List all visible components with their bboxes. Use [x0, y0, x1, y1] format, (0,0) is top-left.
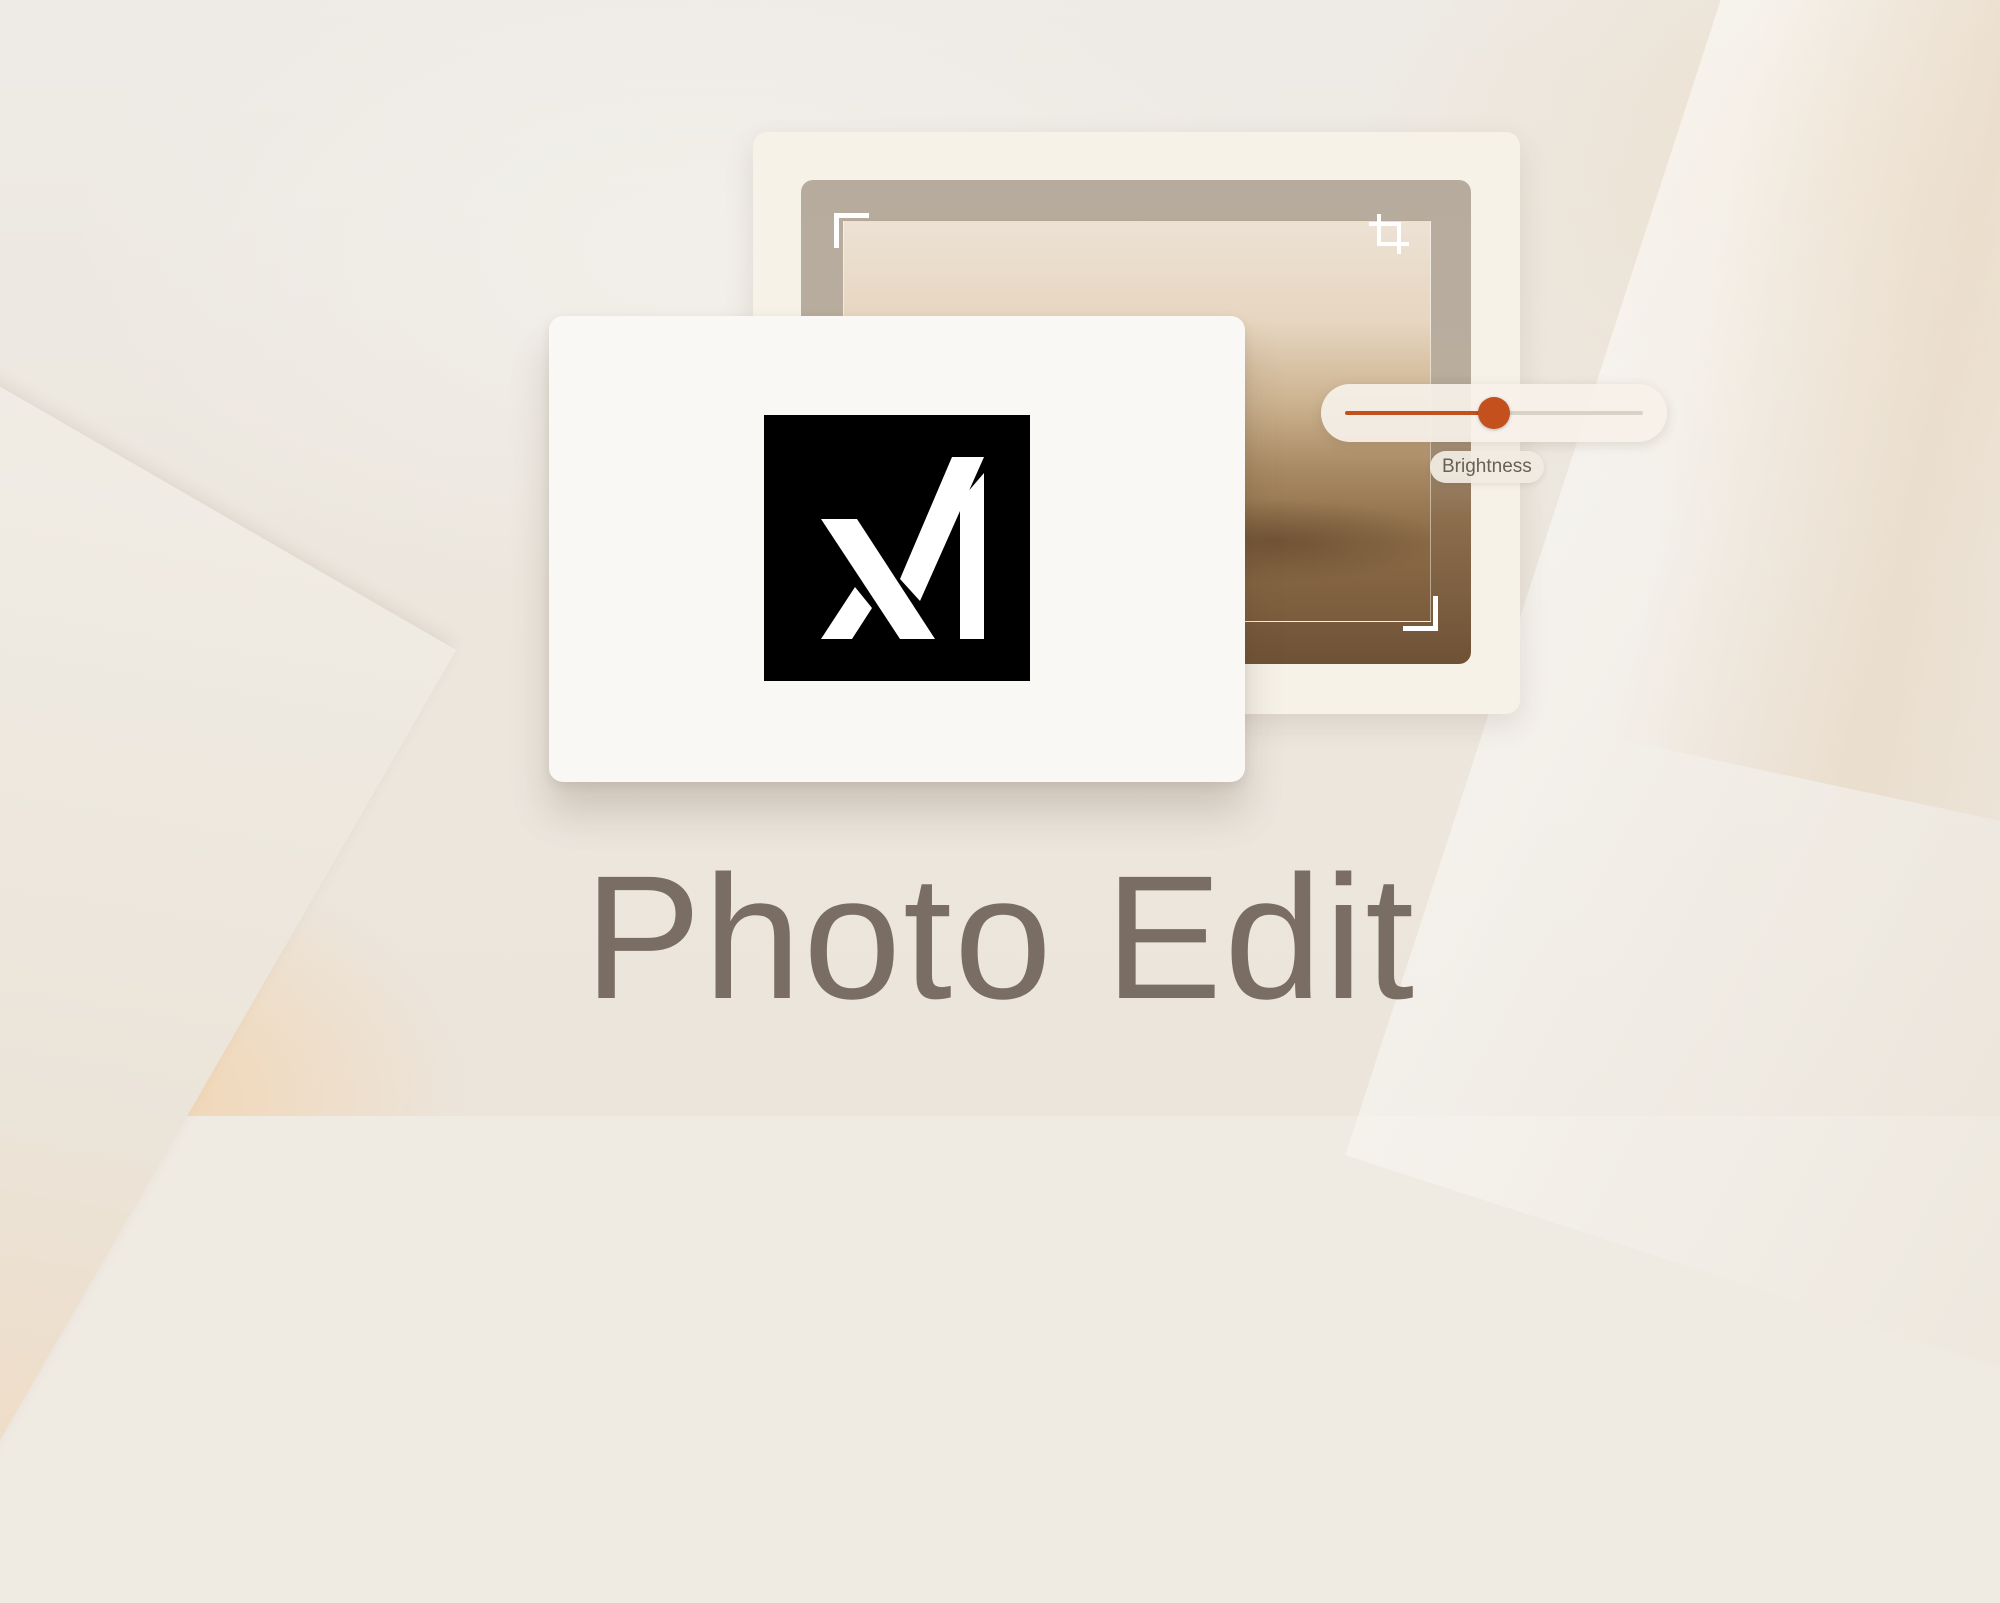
slider-fill [1345, 411, 1494, 415]
page-title: Photo Edit [583, 840, 1417, 1036]
brightness-slider[interactable] [1321, 384, 1667, 442]
logo-card [549, 316, 1245, 782]
crop-handle-top-left[interactable] [834, 213, 869, 248]
xai-logo-icon [764, 415, 1030, 681]
brightness-label: Brightness [1430, 451, 1544, 483]
crop-handle-bottom-right[interactable] [1403, 596, 1438, 631]
slider-track[interactable] [1345, 397, 1643, 429]
slider-thumb[interactable] [1478, 397, 1510, 429]
crop-icon[interactable] [1365, 210, 1413, 258]
xai-logo-glyph [821, 457, 984, 639]
